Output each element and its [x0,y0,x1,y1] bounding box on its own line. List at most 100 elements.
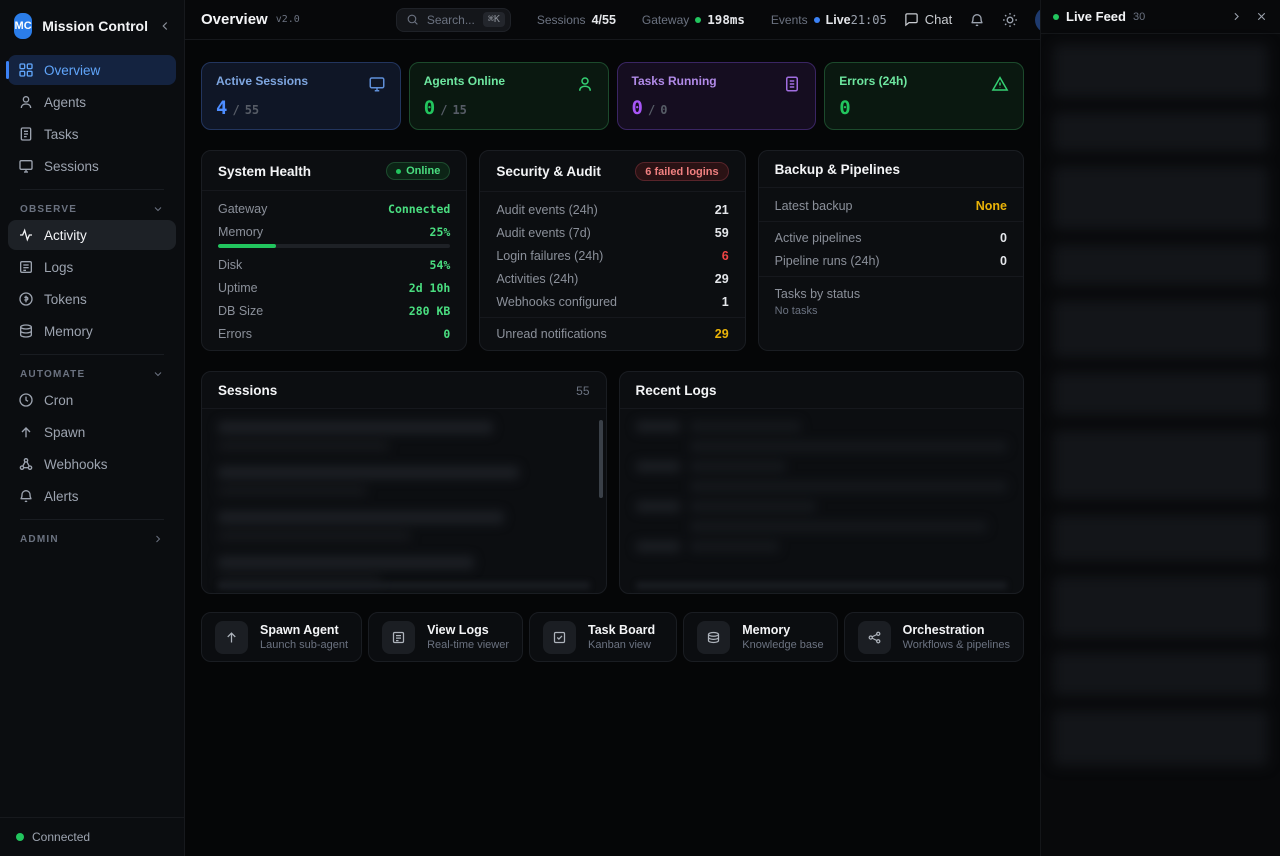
stat-card-total: 0 [660,103,667,117]
sidebar-item-label: Agents [44,95,86,110]
divider [759,221,1023,222]
search-input[interactable] [425,12,477,28]
sidebar-item-memory[interactable]: Memory [8,316,176,346]
sidebar-item-webhooks[interactable]: Webhooks [8,449,176,479]
status-dot-green [1053,14,1059,20]
stat-card-agents-online[interactable]: Agents Online 0 / 15 [409,62,609,130]
row-value: 1 [722,295,729,309]
log-line [636,421,1008,432]
row-value: 54% [430,258,451,272]
sidebar-item-sessions[interactable]: Sessions [8,151,176,181]
live-feed-panel: Live Feed 30 [1040,0,1280,856]
spawn-agent-button[interactable]: Spawn Agent Launch sub-agent [201,612,362,662]
database-icon [18,323,34,339]
stat-card-label: Errors (24h) [839,74,1009,88]
quick-action-subtitle: Kanban view [588,639,655,651]
sessions-footer-redacted [218,582,590,589]
sidebar-item-cron[interactable]: Cron [8,385,176,415]
sidebar-item-overview[interactable]: Overview [8,55,176,85]
row-value: None [976,199,1007,213]
section-observe[interactable]: OBSERVE [8,194,176,220]
divider [759,276,1023,277]
sidebar-item-activity[interactable]: Activity [8,220,176,250]
live-feed-list-redacted[interactable] [1041,34,1280,856]
stat-card-total: 15 [452,103,466,117]
section-automate[interactable]: AUTOMATE [8,359,176,385]
logs-footer-redacted [636,582,1008,589]
stat-card-separator: / [232,103,239,117]
row-label: Active pipelines [775,231,862,245]
panel-title: System Health [218,164,311,179]
panel-rows: Gateway Connected Memory 25% Disk 54% [202,191,466,345]
sidebar-item-logs[interactable]: Logs [8,252,176,282]
document-icon [382,621,415,654]
row-value: 0 [1000,254,1007,268]
notifications-button[interactable] [969,12,985,28]
stat-card-value: 0 [839,97,850,119]
chat-button[interactable]: Chat [904,12,952,27]
live-feed-actions [1230,10,1268,23]
row-label: Memory [218,225,263,239]
row-label: Errors [218,327,252,341]
sidebar-item-label: Logs [44,260,73,275]
sidebar-item-alerts[interactable]: Alerts [8,481,176,511]
stat-value: 4/55 [592,13,616,27]
stat-label: Gateway [642,13,689,27]
coin-icon [18,291,34,307]
feed-item [1053,300,1268,358]
row-label: Pipeline runs (24h) [775,254,880,268]
memory-button[interactable]: Memory Knowledge base [683,612,837,662]
row-value: 6 [722,249,729,263]
stat-card-tasks-running[interactable]: Tasks Running 0 / 0 [617,62,817,130]
quick-action-title: Task Board [588,623,655,637]
sidebar-collapse-button[interactable] [158,19,172,33]
sidebar-item-agents[interactable]: Agents [8,87,176,117]
scrollbar-thumb[interactable] [599,420,603,498]
chat-bubble-icon [904,12,919,27]
stat-card-active-sessions[interactable]: Active Sessions 4 / 55 [201,62,401,130]
stat-card-value: 0 [632,97,643,119]
search-box[interactable]: ⌘K [396,8,511,32]
logs-list-redacted[interactable] [620,409,1024,593]
task-board-button[interactable]: Task Board Kanban view [529,612,677,662]
orchestration-button[interactable]: Orchestration Workflows & pipelines [844,612,1024,662]
feed-item [1053,514,1268,562]
log-line [636,461,1008,472]
chat-label: Chat [925,12,952,27]
tasks-by-status-label: Tasks by status [759,281,1023,303]
stat-card-label: Tasks Running [632,74,802,88]
sidebar-item-label: Sessions [44,159,99,174]
section-admin[interactable]: ADMIN [8,524,176,550]
feed-item [1053,244,1268,286]
sessions-list-redacted[interactable] [202,409,606,593]
quick-action-title: View Logs [427,623,509,637]
stat-card-errors[interactable]: Errors (24h) 0 [824,62,1024,130]
view-logs-button[interactable]: View Logs Real-time viewer [368,612,523,662]
row-value: Connected [388,202,450,216]
sidebar-item-label: Tasks [44,127,79,142]
stat-label: Sessions [537,13,586,27]
sidebar-item-label: Webhooks [44,457,108,472]
row-value: 59 [715,226,729,240]
no-tasks-note: No tasks [759,303,1023,319]
sidebar-item-spawn[interactable]: Spawn [8,417,176,447]
health-row-gateway: Gateway Connected [202,197,466,220]
section-label: OBSERVE [20,204,77,215]
theme-toggle-button[interactable] [1002,12,1018,28]
feed-item [1053,576,1268,638]
person-icon [18,94,34,110]
feed-item [1053,112,1268,152]
feed-item [1053,430,1268,500]
sidebar-item-tokens[interactable]: Tokens [8,284,176,314]
chevron-left-icon [158,19,172,33]
section-label: ADMIN [20,534,59,545]
sidebar-item-tasks[interactable]: Tasks [8,119,176,149]
close-icon[interactable] [1255,10,1268,23]
chevron-down-icon [152,203,164,215]
monitor-icon [18,158,34,174]
log-line [636,501,1008,512]
log-line [636,521,1008,532]
chevron-right-icon[interactable] [1230,10,1243,23]
recent-logs-panel: Recent Logs [619,371,1025,594]
sessions-panel: Sessions 55 [201,371,607,594]
